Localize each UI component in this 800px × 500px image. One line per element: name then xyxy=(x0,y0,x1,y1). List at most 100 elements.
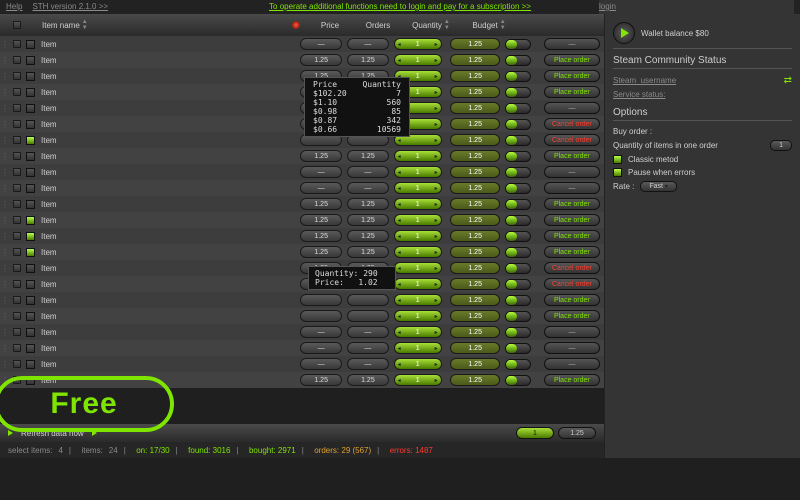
row-menu-button[interactable] xyxy=(13,296,21,304)
row-menu-button[interactable] xyxy=(13,216,21,224)
row-toggle[interactable] xyxy=(505,39,531,50)
select-all-control[interactable] xyxy=(13,21,21,29)
orders-cell[interactable] xyxy=(347,294,389,306)
row-menu-button[interactable] xyxy=(13,136,21,144)
item-name[interactable]: Item xyxy=(37,328,279,337)
item-name[interactable]: Item xyxy=(37,88,279,97)
row-menu-button[interactable] xyxy=(13,360,21,368)
item-name[interactable]: Item xyxy=(37,56,279,65)
row-menu-button[interactable] xyxy=(13,248,21,256)
row-checkbox[interactable] xyxy=(26,104,35,113)
item-name[interactable]: Item xyxy=(37,248,279,257)
row-checkbox[interactable] xyxy=(26,360,35,369)
pager-total[interactable]: 1.25 xyxy=(558,427,596,439)
row-toggle[interactable] xyxy=(505,119,531,130)
row-checkbox[interactable] xyxy=(26,72,35,81)
budget-cell[interactable]: 1.25 xyxy=(450,38,500,50)
drag-handle[interactable]: ⋮ xyxy=(0,184,10,193)
row-menu-button[interactable] xyxy=(13,264,21,272)
row-checkbox[interactable] xyxy=(26,184,35,193)
drag-handle[interactable]: ⋮ xyxy=(0,264,10,273)
row-toggle[interactable] xyxy=(505,103,531,114)
row-toggle[interactable] xyxy=(505,295,531,306)
qty-stepper[interactable]: ◂1▸ xyxy=(394,214,442,226)
price-cell[interactable]: — xyxy=(300,358,342,370)
item-name[interactable]: Item xyxy=(37,136,279,145)
qty-stepper[interactable]: ◂1▸ xyxy=(394,230,442,242)
place-order-button[interactable]: Place order xyxy=(544,246,600,258)
row-toggle[interactable] xyxy=(505,375,531,386)
row-checkbox[interactable] xyxy=(26,312,35,321)
cancel-order-button[interactable]: Cancel order xyxy=(544,134,600,146)
orders-cell[interactable]: — xyxy=(347,326,389,338)
orders-cell[interactable]: 1.25 xyxy=(347,246,389,258)
price-cell[interactable]: — xyxy=(300,38,342,50)
orders-cell[interactable]: 1.25 xyxy=(347,214,389,226)
item-name[interactable]: Item xyxy=(37,312,279,321)
row-checkbox[interactable] xyxy=(26,264,35,273)
service-status-link[interactable]: Service status: xyxy=(613,90,665,99)
row-menu-button[interactable] xyxy=(13,120,21,128)
budget-cell[interactable]: 1.25 xyxy=(450,326,500,338)
col-price[interactable]: Price xyxy=(321,21,339,30)
item-name[interactable]: Item xyxy=(37,200,279,209)
price-cell[interactable]: — xyxy=(300,166,342,178)
price-cell[interactable]: 1.25 xyxy=(300,54,342,66)
drag-handle[interactable]: ⋮ xyxy=(0,56,10,65)
place-order-button[interactable]: Place order xyxy=(544,198,600,210)
cancel-order-button[interactable]: Cancel order xyxy=(544,118,600,130)
qty-stepper[interactable]: ◂1▸ xyxy=(394,310,442,322)
pager-current[interactable]: 1 xyxy=(516,427,554,439)
row-menu-button[interactable] xyxy=(13,200,21,208)
row-checkbox[interactable] xyxy=(26,56,35,65)
row-checkbox[interactable] xyxy=(26,136,35,145)
price-cell[interactable]: 1.25 xyxy=(300,246,342,258)
drag-handle[interactable]: ⋮ xyxy=(0,104,10,113)
row-toggle[interactable] xyxy=(505,231,531,242)
price-cell[interactable]: — xyxy=(300,326,342,338)
row-menu-button[interactable] xyxy=(13,184,21,192)
qty-stepper[interactable]: ◂1▸ xyxy=(394,150,442,162)
budget-cell[interactable]: 1.25 xyxy=(450,70,500,82)
row-checkbox[interactable] xyxy=(26,296,35,305)
qty-stepper[interactable]: ◂1▸ xyxy=(394,38,442,50)
item-name[interactable]: Item xyxy=(37,360,279,369)
row-toggle[interactable] xyxy=(505,135,531,146)
row-checkbox[interactable] xyxy=(26,328,35,337)
drag-handle[interactable]: ⋮ xyxy=(0,232,10,241)
price-cell[interactable] xyxy=(300,310,342,322)
orders-cell[interactable] xyxy=(347,310,389,322)
budget-cell[interactable]: 1.25 xyxy=(450,294,500,306)
budget-cell[interactable]: 1.25 xyxy=(450,54,500,66)
budget-cell[interactable]: 1.25 xyxy=(450,198,500,210)
row-toggle[interactable] xyxy=(505,343,531,354)
price-cell[interactable]: — xyxy=(300,342,342,354)
row-menu-button[interactable] xyxy=(13,312,21,320)
drag-handle[interactable]: ⋮ xyxy=(0,152,10,161)
place-order-button[interactable]: Place order xyxy=(544,70,600,82)
budget-cell[interactable]: 1.25 xyxy=(450,262,500,274)
qty-stepper[interactable]: ◂1▸ xyxy=(394,294,442,306)
row-toggle[interactable] xyxy=(505,327,531,338)
qty-stepper[interactable]: ◂1▸ xyxy=(394,166,442,178)
orders-cell[interactable]: 1.25 xyxy=(347,374,389,386)
qty-stepper[interactable]: ◂1▸ xyxy=(394,198,442,210)
sort-icon[interactable]: ▲▼ xyxy=(444,19,450,31)
record-icon[interactable] xyxy=(292,21,300,29)
price-cell[interactable] xyxy=(300,294,342,306)
item-name[interactable]: Item xyxy=(37,184,279,193)
drag-handle[interactable]: ⋮ xyxy=(0,280,10,289)
col-qty[interactable]: Quantity xyxy=(412,21,442,30)
qty-stepper[interactable]: ◂1▸ xyxy=(394,182,442,194)
row-checkbox[interactable] xyxy=(26,344,35,353)
qty-stepper[interactable]: ◂1▸ xyxy=(394,262,442,274)
budget-cell[interactable]: 1.25 xyxy=(450,278,500,290)
orders-cell[interactable]: — xyxy=(347,182,389,194)
row-menu-button[interactable] xyxy=(13,88,21,96)
row-menu-button[interactable] xyxy=(13,104,21,112)
row-toggle[interactable] xyxy=(505,247,531,258)
drag-handle[interactable]: ⋮ xyxy=(0,344,10,353)
row-menu-button[interactable] xyxy=(13,40,21,48)
row-toggle[interactable] xyxy=(505,183,531,194)
price-cell[interactable]: 1.25 xyxy=(300,150,342,162)
